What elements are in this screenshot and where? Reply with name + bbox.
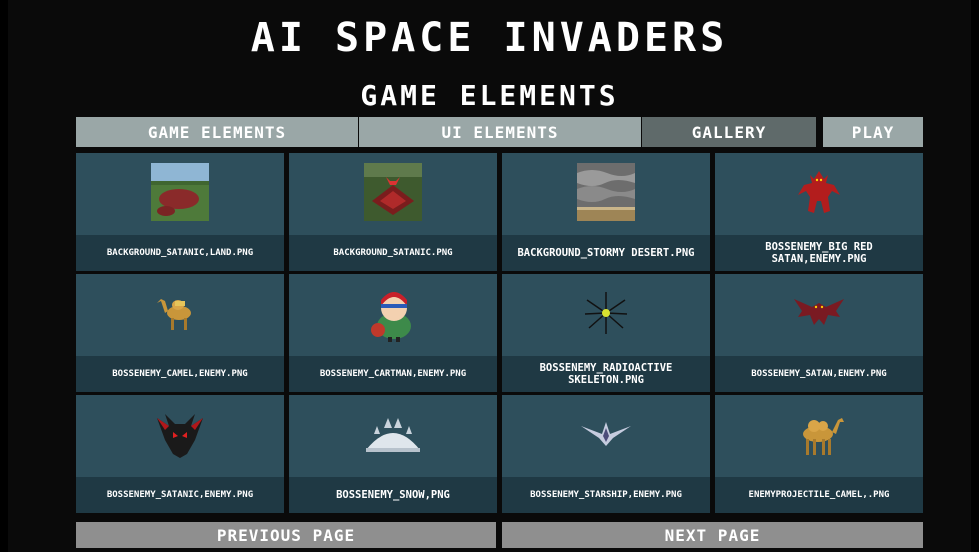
gallery-item[interactable]: BOSSENEMY_RADIOACTIVE SKELETON.PNG: [502, 274, 710, 392]
gallery-item-label: BACKGROUND_SATANIC,LAND.PNG: [76, 235, 284, 271]
gallery-item-label: BOSSENEMY_SNOW,PNG: [289, 477, 497, 513]
gallery-item[interactable]: BOSSENEMY_SNOW,PNG: [289, 395, 497, 513]
tab-gallery[interactable]: GALLERY: [642, 117, 816, 147]
gallery-item-label: BOSSENEMY_BIG RED SATAN,ENEMY.PNG: [715, 235, 923, 271]
camel-sprite-icon: [76, 282, 284, 344]
radioactive-skeleton-sprite-icon: [502, 282, 710, 344]
gallery-item[interactable]: BACKGROUND_SATANIC,LAND.PNG: [76, 153, 284, 271]
previous-page-button[interactable]: PREVIOUS PAGE: [76, 522, 496, 548]
satanic-temple-image-icon: [289, 161, 497, 223]
gallery-item[interactable]: ENEMYPROJECTILE_CAMEL,.PNG: [715, 395, 923, 513]
landscape-image-icon: [76, 161, 284, 223]
gallery-item[interactable]: BOSSENEMY_BIG RED SATAN,ENEMY.PNG: [715, 153, 923, 271]
next-page-button[interactable]: NEXT PAGE: [502, 522, 923, 548]
play-button[interactable]: PLAY: [823, 117, 923, 147]
gallery-item[interactable]: BACKGROUND_STORMY DESERT.PNG: [502, 153, 710, 271]
tab-game-elements[interactable]: GAME ELEMENTS: [76, 117, 358, 147]
gallery-item-label: BOSSENEMY_CARTMAN,ENEMY.PNG: [289, 356, 497, 392]
demon-head-sprite-icon: [76, 403, 284, 465]
gallery-item-label: BOSSENEMY_STARSHIP,ENEMY.PNG: [502, 477, 710, 513]
gallery-item[interactable]: BACKGROUND_SATANIC.PNG: [289, 153, 497, 271]
gallery-item-label: BOSSENEMY_SATAN,ENEMY.PNG: [715, 356, 923, 392]
gallery-item-label: BACKGROUND_SATANIC.PNG: [289, 235, 497, 271]
gallery-item-label: BOSSENEMY_CAMEL,ENEMY.PNG: [76, 356, 284, 392]
gallery-item[interactable]: BOSSENEMY_STARSHIP,ENEMY.PNG: [502, 395, 710, 513]
snow-dome-sprite-icon: [289, 403, 497, 465]
gallery-item-label: BACKGROUND_STORMY DESERT.PNG: [502, 235, 710, 271]
cartoon-kid-sprite-icon: [289, 282, 497, 344]
page-title: GAME ELEMENTS: [360, 79, 619, 112]
camel-projectile-sprite-icon: [715, 403, 923, 465]
gallery-item[interactable]: BOSSENEMY_CAMEL,ENEMY.PNG: [76, 274, 284, 392]
gallery-item[interactable]: BOSSENEMY_SATAN,ENEMY.PNG: [715, 274, 923, 392]
stormy-desert-image-icon: [502, 161, 710, 223]
gallery-item[interactable]: BOSSENEMY_SATANIC,ENEMY.PNG: [76, 395, 284, 513]
starship-sprite-icon: [502, 403, 710, 465]
gallery-item-label: BOSSENEMY_RADIOACTIVE SKELETON.PNG: [502, 356, 710, 392]
game-title: AI SPACE INVADERS: [250, 15, 729, 61]
gallery-item-label: BOSSENEMY_SATANIC,ENEMY.PNG: [76, 477, 284, 513]
gallery-item[interactable]: BOSSENEMY_CARTMAN,ENEMY.PNG: [289, 274, 497, 392]
gallery-item-label: ENEMYPROJECTILE_CAMEL,.PNG: [715, 477, 923, 513]
tab-ui-elements[interactable]: UI ELEMENTS: [359, 117, 641, 147]
red-demon-sprite-icon: [715, 161, 923, 223]
winged-demon-sprite-icon: [715, 282, 923, 344]
